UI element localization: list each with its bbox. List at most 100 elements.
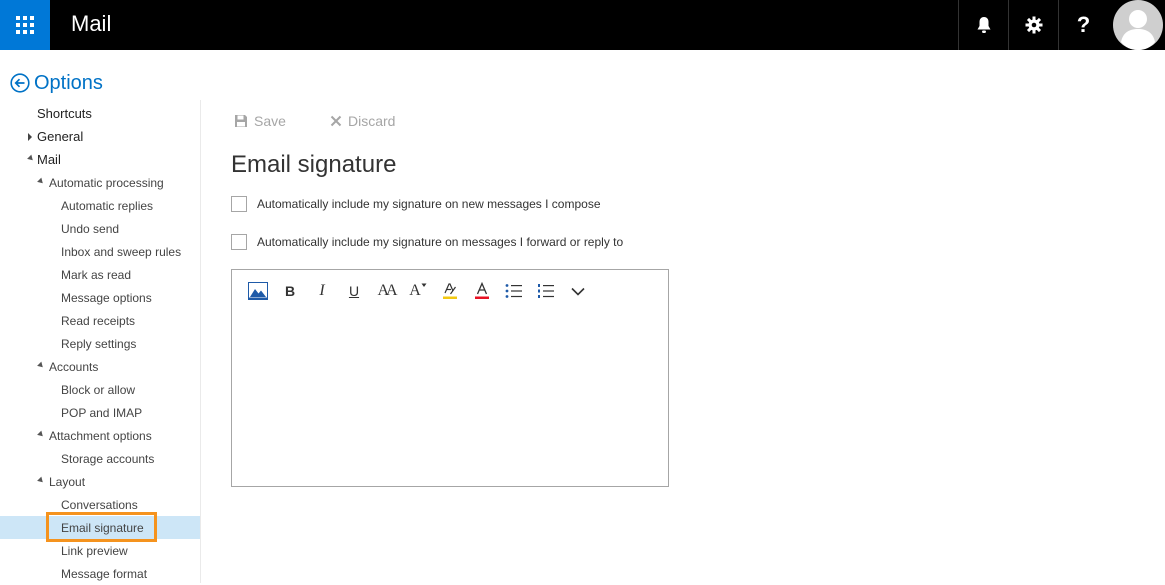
bell-icon [977,17,990,33]
nav-item-email-signature[interactable]: Email signature [0,516,200,539]
underline-button[interactable]: U [338,280,370,302]
italic-button[interactable]: I [306,280,338,302]
discard-label: Discard [348,113,396,129]
nav-item-inbox-and-sweep-rules[interactable]: Inbox and sweep rules [0,240,200,263]
text-style-button[interactable]: A [402,280,434,302]
nav-item-label: Mail [37,152,61,167]
bullet-list-icon [505,284,522,298]
nav-item-label: Undo send [61,221,120,236]
close-icon [330,115,342,127]
nav-item-accounts[interactable]: Accounts [0,355,200,378]
nav-item-message-options[interactable]: Message options [0,286,200,309]
nav-item-read-receipts[interactable]: Read receipts [0,309,200,332]
text-style-icon: A [409,282,421,299]
nav-item-label: Shortcuts [37,106,92,121]
back-arrow-icon [10,73,30,93]
app-launcher-button[interactable] [0,0,50,50]
nav-item-reply-settings[interactable]: Reply settings [0,332,200,355]
app-launcher-icon [16,16,34,34]
caret-down-icon [37,430,45,439]
app-title: Mail [71,11,112,36]
help-icon: ? [1076,12,1091,37]
nav-item-storage-accounts[interactable]: Storage accounts [0,447,200,470]
include-on-replies-option[interactable]: Automatically include my signature on me… [231,234,623,250]
nav-item-automatic-replies[interactable]: Automatic replies [0,194,200,217]
caret-down-icon [37,361,45,370]
bold-icon: B [284,283,296,299]
nav-item-label: Accounts [49,359,99,374]
nav-item-label: Email signature [61,520,144,535]
nav-item-label: Attachment options [49,428,152,443]
chevron-down-icon [571,287,585,296]
nav-item-label: Layout [49,474,86,489]
nav-item-label: Link preview [61,543,128,558]
numbered-list-button[interactable] [530,280,562,302]
include-on-replies-label: Automatically include my signature on me… [257,235,624,249]
nav-item-pop-and-imap[interactable]: POP and IMAP [0,401,200,424]
superscript-caret-icon [421,283,427,287]
nav-item-label: Automatic replies [61,198,154,213]
options-back-link[interactable]: Options [10,71,103,95]
settings-button[interactable] [1008,0,1058,50]
discard-button[interactable]: Discard [330,113,395,129]
nav-item-label: General [37,129,84,144]
formatting-toolbar: B I U AA A [242,280,594,302]
nav-item-mark-as-read[interactable]: Mark as read [0,263,200,286]
options-title: Options [34,72,103,94]
signature-editor: B I U AA A [231,269,669,487]
caret-down-icon [37,476,45,485]
include-on-new-messages-label: Automatically include my signature on ne… [257,197,601,211]
save-icon [235,115,247,127]
nav-item-message-format[interactable]: Message format [0,562,200,585]
top-bar: Mail ? [0,0,1165,50]
highlight-button[interactable] [434,280,466,302]
nav-item-label: Read receipts [61,313,136,328]
nav-item-shortcuts[interactable]: Shortcuts [0,102,200,125]
options-nav: Shortcuts General Mail Automatic processing… [0,100,200,583]
caret-down-icon [37,177,45,186]
nav-item-label: Mark as read [61,267,132,282]
font-size-button[interactable]: AA [370,280,402,302]
bold-button[interactable]: B [274,280,306,302]
nav-item-label: Message options [61,290,152,305]
notifications-button[interactable] [958,0,1008,50]
signature-text-area[interactable] [233,310,667,485]
save-button[interactable]: Save [234,113,286,129]
nav-item-label: Message format [61,566,148,581]
underline-icon: U [348,283,360,299]
insert-picture-button[interactable] [242,280,274,302]
include-on-new-messages-option[interactable]: Automatically include my signature on ne… [231,196,601,212]
italic-icon: I [319,282,325,299]
nav-item-label: Block or allow [61,382,136,397]
more-options-button[interactable] [562,280,594,302]
nav-item-conversations[interactable]: Conversations [0,493,200,516]
nav-item-link-preview[interactable]: Link preview [0,539,200,562]
caret-down-icon [27,154,35,163]
gear-icon [1025,16,1042,34]
save-label: Save [254,113,286,129]
nav-item-block-or-allow[interactable]: Block or allow [0,378,200,401]
nav-divider [200,100,201,583]
nav-item-layout[interactable]: Layout [0,470,200,493]
nav-item-undo-send[interactable]: Undo send [0,217,200,240]
nav-item-label: Reply settings [61,336,137,351]
nav-item-label: Conversations [61,497,138,512]
font-color-button[interactable] [466,280,498,302]
nav-item-label: Inbox and sweep rules [61,244,182,259]
nav-item-label: Automatic processing [49,175,164,190]
nav-item-label: Storage accounts [61,451,155,466]
nav-item-attachment-options[interactable]: Attachment options [0,424,200,447]
insert-picture-icon [248,282,268,300]
caret-right-icon [28,133,32,141]
user-avatar-button[interactable] [1110,0,1165,50]
nav-item-automatic-processing[interactable]: Automatic processing [0,171,200,194]
help-button[interactable]: ? [1058,0,1108,50]
page-title: Email signature [231,151,397,178]
nav-item-general[interactable]: General [0,125,200,148]
nav-item-mail[interactable]: Mail [0,148,200,171]
nav-item-label: POP and IMAP [61,405,143,420]
bullet-list-button[interactable] [498,280,530,302]
font-size-icon: AA [377,282,397,299]
include-on-new-messages-checkbox[interactable] [231,196,247,212]
include-on-replies-checkbox[interactable] [231,234,247,250]
